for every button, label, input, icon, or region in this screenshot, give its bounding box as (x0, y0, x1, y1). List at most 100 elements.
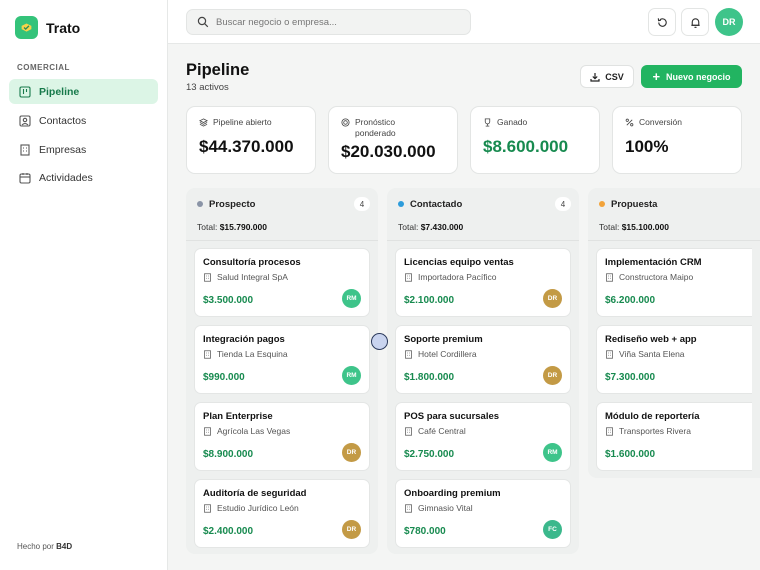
contact-icon (19, 114, 31, 127)
column-total-label: Total: (398, 222, 419, 232)
owner-avatar[interactable]: RM (342, 289, 361, 308)
deal-title: Integración pagos (203, 334, 285, 345)
deal-title: Rediseño web + app (605, 334, 697, 345)
sidebar-item-label: Empresas (39, 143, 87, 156)
deal-card[interactable]: Módulo de reportería Transportes Rivera $1… (596, 402, 752, 471)
plus-icon: + (652, 69, 661, 84)
bell-icon (690, 17, 700, 28)
column-total: Total: $15.100.000 (596, 222, 752, 232)
new-deal-label: Nuevo negocio (666, 71, 731, 82)
brand[interactable]: Trato (15, 16, 80, 39)
export-csv-button[interactable]: CSV (580, 65, 634, 88)
deal-company-name: Transportes Rivera (619, 426, 691, 436)
page-title: Pipeline (186, 61, 250, 79)
owner-avatar[interactable]: FC (543, 520, 562, 539)
deal-card[interactable]: Auditoría de seguridad Estudio Jurídico L… (194, 479, 370, 548)
deal-company-name: Constructora Maipo (619, 272, 694, 282)
calendar-icon (19, 172, 31, 184)
search-box[interactable] (186, 9, 471, 35)
sidebar-item-empresas[interactable]: Empresas (9, 137, 158, 162)
deal-amount: $2.100.000 (404, 295, 455, 306)
deal-card[interactable]: POS para sucursales Café Central $2.750.00… (395, 402, 571, 471)
deal-amount: $780.000 (404, 526, 446, 537)
download-icon (590, 72, 600, 82)
deal-card[interactable]: Onboarding premium Gimnasio Vital $780.000… (395, 479, 571, 548)
owner-avatar[interactable]: RM (342, 366, 361, 385)
csv-label: CSV (605, 71, 624, 82)
deal-company-name: Importadora Pacífico (418, 272, 497, 282)
kpi-label: Pronóstico ponderado (355, 117, 396, 138)
kanban-column-propuesta: Propuesta Total: $15.100.000 Implementació… (588, 188, 760, 478)
column-total-value: $15.100.000 (621, 222, 669, 232)
deal-company: Salud Integral SpA (203, 272, 361, 282)
deal-card[interactable]: Implementación CRM Constructora Maipo $6.2… (596, 248, 752, 317)
deal-card[interactable]: Rediseño web + app Viña Santa Elena $7.300… (596, 325, 752, 394)
sidebar-item-pipeline[interactable]: Pipeline (9, 79, 158, 104)
sidebar-item-label: Contactos (39, 114, 87, 127)
deal-company: Viña Santa Elena (605, 349, 744, 359)
kanban-column-prospecto: Prospecto 4 Total: $15.790.000 Consultoría … (186, 188, 378, 554)
owner-avatar[interactable]: RM (543, 443, 562, 462)
deal-company: Transportes Rivera (605, 426, 744, 436)
owner-avatar[interactable]: DR (342, 443, 361, 462)
building-icon (405, 503, 412, 513)
made-by-brand[interactable]: B4D (56, 542, 72, 551)
deal-company: Estudio Jurídico León (203, 503, 361, 513)
sidebar-item-contactos[interactable]: Contactos (9, 108, 158, 133)
deal-title: Onboarding premium (404, 488, 501, 499)
deal-title: Plan Enterprise (203, 411, 273, 422)
column-count-badge: 4 (555, 197, 571, 211)
deal-card[interactable]: Soporte premium Hotel Cordillera $1.800.00… (395, 325, 571, 394)
kpi-card-conversion: Conversión 100% (612, 106, 742, 174)
search-input[interactable] (216, 16, 456, 28)
owner-avatar[interactable]: DR (543, 366, 562, 385)
column-divider (186, 240, 378, 241)
column-header: Prospecto 4 (194, 196, 370, 212)
deal-company-name: Hotel Cordillera (418, 349, 477, 359)
made-by-prefix: Hecho por (17, 542, 54, 551)
deal-company: Tienda La Esquina (203, 349, 361, 359)
sidebar-item-label: Pipeline (39, 85, 80, 98)
deal-company-name: Gimnasio Vital (418, 503, 473, 513)
deal-amount: $1.600.000 (605, 449, 656, 460)
kpi-label: Pipeline abierto (213, 117, 272, 127)
owner-avatar[interactable]: DR (543, 289, 562, 308)
deal-card[interactable]: Integración pagos Tienda La Esquina $990.0… (194, 325, 370, 394)
deal-card[interactable]: Consultoría procesos Salud Integral SpA $3… (194, 248, 370, 317)
deal-amount: $2.400.000 (203, 526, 254, 537)
logo-icon (15, 16, 38, 39)
notifications-button[interactable] (681, 8, 709, 36)
sidebar-item-label: Actividades (39, 171, 93, 184)
deal-company-name: Estudio Jurídico León (217, 503, 299, 513)
refresh-button[interactable] (648, 8, 676, 36)
stage-dot (599, 201, 605, 207)
column-header: Contactado 4 (395, 196, 571, 212)
deal-amount: $2.750.000 (404, 449, 455, 460)
topbar: DR (168, 0, 760, 44)
kanban-icon (19, 85, 31, 98)
sidebar-section-label: COMERCIAL (17, 63, 70, 72)
deal-company: Constructora Maipo (605, 272, 744, 282)
building-icon (606, 426, 613, 436)
deal-company-name: Agrícola Las Vegas (217, 426, 291, 436)
new-deal-button[interactable]: + Nuevo negocio (641, 65, 742, 88)
kpi-card-pipeline: Pipeline abierto $44.370.000 (186, 106, 316, 174)
column-total: Total: $15.790.000 (194, 222, 370, 232)
owner-avatar[interactable]: DR (342, 520, 361, 539)
deal-amount: $6.200.000 (605, 295, 656, 306)
search-icon (197, 16, 209, 28)
deal-card[interactable]: Plan Enterprise Agrícola Las Vegas $8.900.… (194, 402, 370, 471)
sidebar: Trato COMERCIAL Pipeline Contactos Empre… (0, 0, 168, 570)
trophy-icon (484, 118, 491, 127)
column-header: Propuesta (596, 196, 752, 212)
kpi-value: $20.030.000 (341, 142, 436, 162)
app-name: Trato (46, 19, 81, 36)
kpi-value: $8.600.000 (483, 136, 569, 156)
column-title: Contactado (410, 198, 463, 210)
deal-card[interactable]: Licencias equipo ventas Importadora Pacíf… (395, 248, 571, 317)
deal-amount: $8.900.000 (203, 449, 254, 460)
deal-company: Hotel Cordillera (404, 349, 562, 359)
user-avatar[interactable]: DR (715, 8, 743, 36)
sidebar-item-actividades[interactable]: Actividades (9, 165, 158, 190)
column-total-value: $15.790.000 (219, 222, 267, 232)
